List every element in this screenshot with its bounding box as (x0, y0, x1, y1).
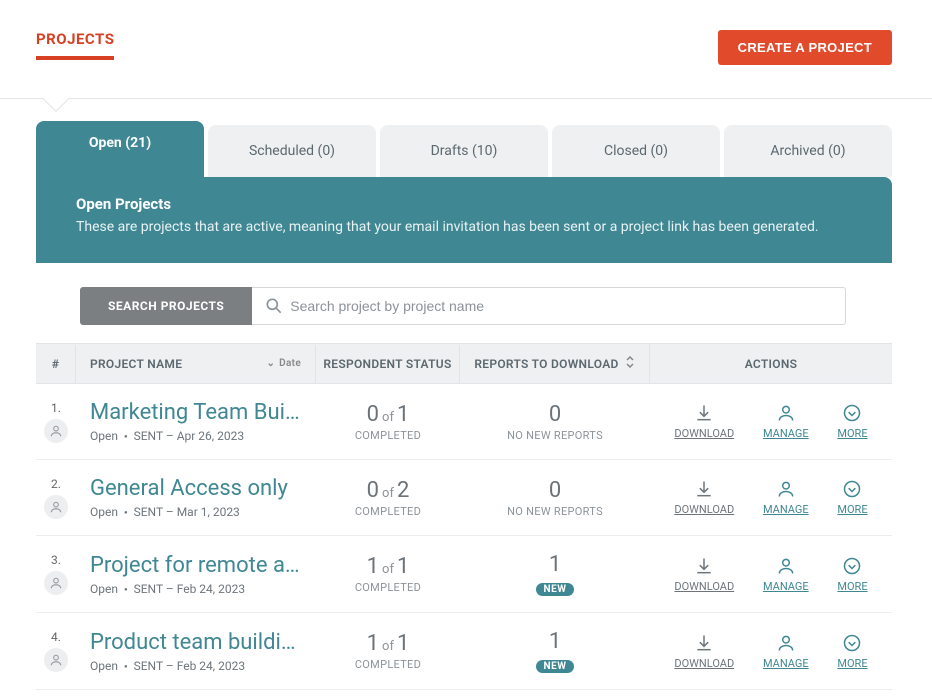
respondent-count: 0of2 (316, 478, 460, 503)
completed-label: COMPLETED (316, 429, 460, 442)
new-badge: NEW (536, 583, 575, 596)
person-icon (44, 419, 68, 443)
sort-icon (625, 356, 635, 371)
table-row: 4. Product team building Open●SENT – Feb 2… (36, 613, 892, 690)
view-tab-archived[interactable]: Archived (0) (724, 125, 892, 177)
download-icon (694, 403, 714, 423)
download-button[interactable]: DOWNLOAD (674, 633, 734, 670)
person-icon (44, 495, 68, 519)
chevron-down-circle-icon (842, 479, 862, 499)
download-icon (694, 633, 714, 653)
reports-count: 1 (460, 552, 650, 577)
completed-label: COMPLETED (316, 581, 460, 594)
banner-description: These are projects that are active, mean… (76, 219, 852, 235)
respondent-count: 1of1 (316, 554, 460, 579)
project-title[interactable]: Product team building (90, 630, 302, 655)
respondent-count: 1of1 (316, 631, 460, 656)
project-title[interactable]: Project for remote acce… (90, 553, 302, 578)
projects-list: 1. Marketing Team Building Open●SENT – Apr… (36, 384, 892, 690)
col-number: # (36, 345, 76, 383)
view-tab-closed[interactable]: Closed (0) (552, 125, 720, 177)
manage-button[interactable]: MANAGE (763, 479, 809, 516)
col-date-label: Date (279, 358, 301, 369)
view-tab-open[interactable]: Open (21) (36, 121, 204, 177)
sort-caret-icon: ⌄ (266, 358, 275, 369)
table-row: 3. Project for remote acce… Open●SENT – Fe… (36, 536, 892, 613)
row-number: 1. (51, 401, 61, 415)
reports-count: 1 (460, 629, 650, 654)
person-icon (44, 571, 68, 595)
col-actions: ACTIONS (650, 345, 892, 383)
col-name-label: PROJECT NAME (90, 357, 182, 371)
chevron-down-circle-icon (842, 633, 862, 653)
banner-title: Open Projects (76, 195, 852, 213)
manage-icon (776, 479, 796, 499)
view-tab-scheduled[interactable]: Scheduled (0) (208, 125, 376, 177)
reports-count: 0 (460, 402, 650, 427)
project-meta: Open●SENT – Feb 24, 2023 (90, 659, 302, 673)
download-button[interactable]: DOWNLOAD (674, 556, 734, 593)
manage-button[interactable]: MANAGE (763, 403, 809, 440)
col-respondent-status: RESPONDENT STATUS (316, 345, 460, 383)
reports-sublabel: NO NEW REPORTS (460, 505, 650, 518)
person-icon (44, 648, 68, 672)
download-button[interactable]: DOWNLOAD (674, 403, 734, 440)
search-projects-button[interactable]: SEARCH PROJECTS (80, 287, 252, 325)
manage-button[interactable]: MANAGE (763, 556, 809, 593)
view-tab-drafts[interactable]: Drafts (10) (380, 125, 548, 177)
search-input[interactable] (284, 288, 833, 324)
completed-label: COMPLETED (316, 505, 460, 518)
manage-icon (776, 556, 796, 576)
more-button[interactable]: MORE (837, 479, 867, 516)
manage-icon (776, 403, 796, 423)
download-button[interactable]: DOWNLOAD (674, 479, 734, 516)
col-reports[interactable]: REPORTS TO DOWNLOAD (460, 344, 650, 383)
row-number: 3. (51, 553, 61, 567)
download-icon (694, 479, 714, 499)
row-number: 2. (51, 477, 61, 491)
nav-projects-tab[interactable]: PROJECTS (36, 30, 114, 60)
more-button[interactable]: MORE (837, 403, 867, 440)
view-tabs: Open (21)Scheduled (0)Drafts (10)Closed … (36, 125, 892, 177)
project-meta: Open●SENT – Mar 1, 2023 (90, 505, 302, 519)
chevron-down-circle-icon (842, 403, 862, 423)
reports-count: 0 (460, 478, 650, 503)
project-title[interactable]: General Access only (90, 476, 302, 501)
col-reports-label: REPORTS TO DOWNLOAD (474, 357, 618, 371)
row-number: 4. (51, 630, 61, 644)
table-row: 2. General Access only Open●SENT – Mar 1, … (36, 460, 892, 536)
reports-sublabel: NO NEW REPORTS (460, 429, 650, 442)
completed-label: COMPLETED (316, 658, 460, 671)
chevron-down-circle-icon (842, 556, 862, 576)
project-meta: Open●SENT – Feb 24, 2023 (90, 582, 302, 596)
open-projects-banner: Open Projects These are projects that ar… (36, 177, 892, 263)
more-button[interactable]: MORE (837, 556, 867, 593)
col-project-name[interactable]: PROJECT NAME ⌄ Date (76, 345, 316, 383)
more-button[interactable]: MORE (837, 633, 867, 670)
download-icon (694, 556, 714, 576)
project-title[interactable]: Marketing Team Building (90, 400, 302, 425)
create-project-button[interactable]: CREATE A PROJECT (718, 30, 892, 65)
manage-icon (776, 633, 796, 653)
respondent-count: 0of1 (316, 402, 460, 427)
search-field-wrap (252, 287, 846, 325)
project-meta: Open●SENT – Apr 26, 2023 (90, 429, 302, 443)
search-icon (264, 296, 284, 316)
new-badge: NEW (536, 660, 575, 673)
table-header-row: # PROJECT NAME ⌄ Date RESPONDENT STATUS … (36, 343, 892, 384)
table-row: 1. Marketing Team Building Open●SENT – Apr… (36, 384, 892, 460)
manage-button[interactable]: MANAGE (763, 633, 809, 670)
